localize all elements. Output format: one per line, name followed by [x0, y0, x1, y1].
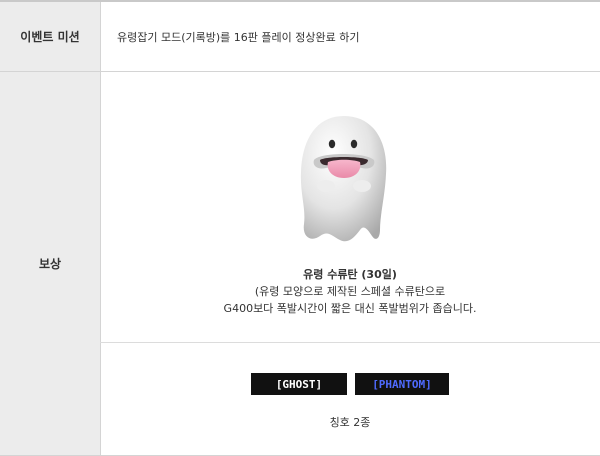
title-badge-phantom: [PHANTOM]: [355, 373, 449, 395]
mission-cell: 유령잡기 모드(기록방)를 16판 플레이 정상완료 하기: [100, 2, 600, 71]
title-badges: [GHOST] [PHANTOM]: [100, 373, 600, 395]
mission-description: 유령잡기 모드(기록방)를 16판 플레이 정상완료 하기: [117, 30, 360, 44]
event-info-table: 이벤트 미션 유령잡기 모드(기록방)를 16판 플레이 정상완료 하기 보상: [0, 0, 600, 456]
reward-cell: 유령 수류탄 (30일) (유령 모양으로 제작된 스페셜 수류탄으로 G400…: [100, 72, 600, 455]
title-badge-ghost: [GHOST]: [251, 373, 347, 395]
reward-row: 보상 유령 수류탄 (30일) (유령 모양으로 제작된 스페셜 수류탄으로 G…: [0, 72, 600, 456]
reward-item-text: 유령 수류탄 (30일) (유령 모양으로 제작된 스페셜 수류탄으로 G400…: [100, 266, 600, 317]
mission-header: 이벤트 미션: [0, 2, 101, 71]
reward-item-desc-1: (유령 모양으로 제작된 스페셜 수류탄으로: [254, 285, 446, 298]
reward-item-desc-2: G400보다 폭발시간이 짧은 대신 폭발범위가 좁습니다.: [223, 302, 477, 315]
reward-titles-section: [GHOST] [PHANTOM] 칭호 2종: [100, 342, 600, 455]
reward-header: 보상: [0, 72, 101, 455]
titles-count-text: 칭호 2종: [329, 416, 371, 429]
reward-item-section: 유령 수류탄 (30일) (유령 모양으로 제작된 스페셜 수류탄으로 G400…: [100, 72, 600, 343]
mission-row: 이벤트 미션 유령잡기 모드(기록방)를 16판 플레이 정상완료 하기: [0, 0, 600, 72]
reward-item-name: 유령 수류탄 (30일): [303, 268, 397, 281]
ghost-grenade-image: [300, 116, 387, 242]
